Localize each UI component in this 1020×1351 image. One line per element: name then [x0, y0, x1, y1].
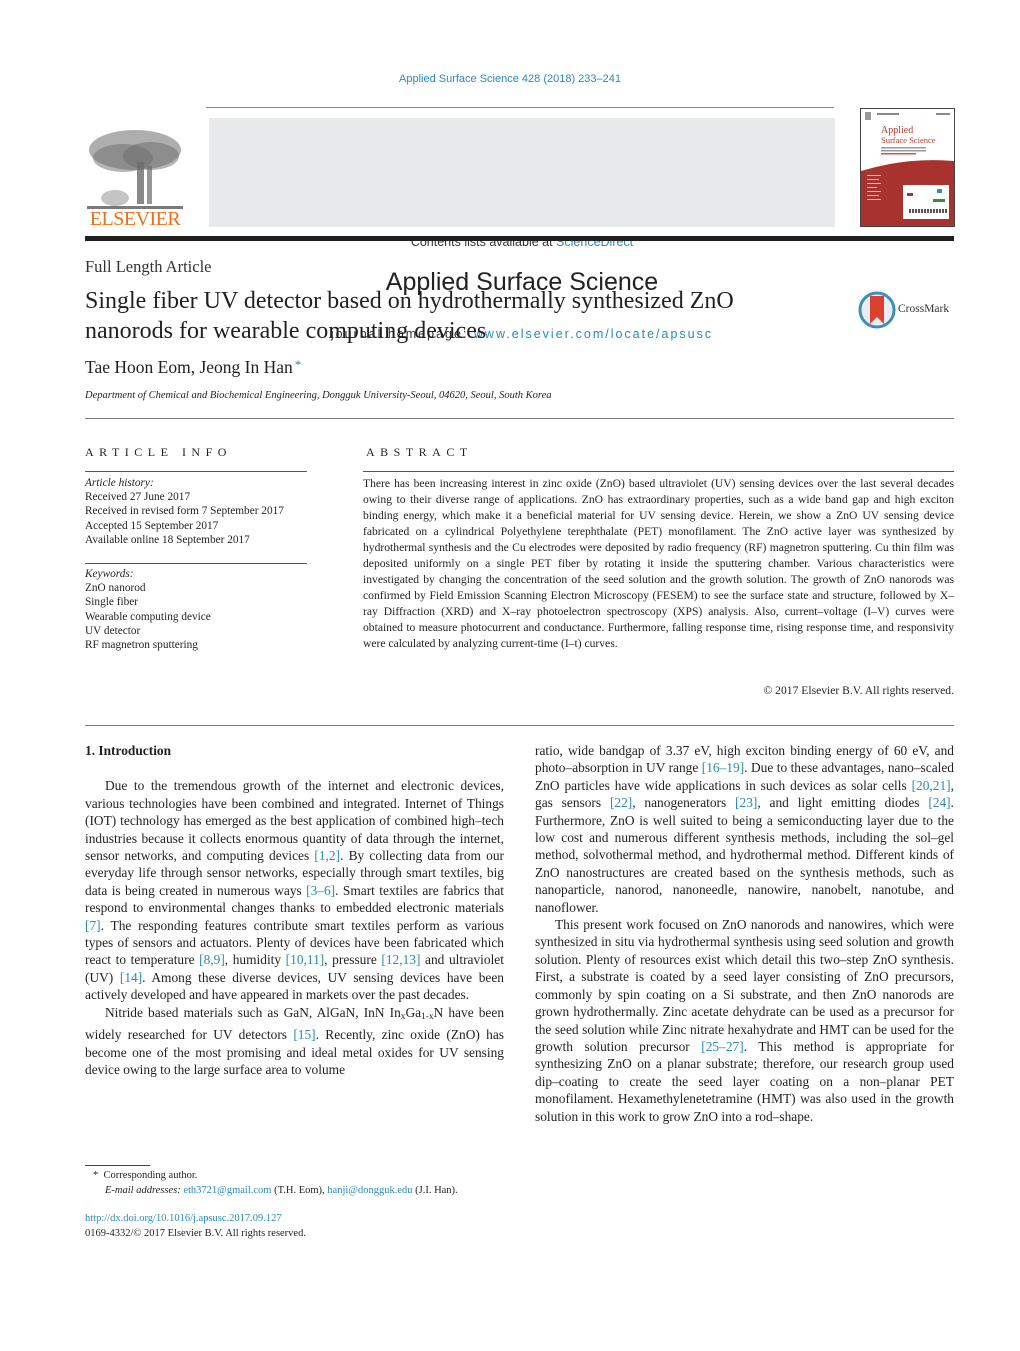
- abstract-rule: [363, 471, 954, 472]
- text-run: . Furthermore, ZnO is well suited to bei…: [535, 795, 954, 915]
- article-info-heading: ARTICLE INFO: [85, 445, 232, 459]
- citation-link[interactable]: [8,9]: [199, 952, 225, 967]
- crossmark-button[interactable]: CrossMark: [858, 290, 958, 330]
- citation-link[interactable]: [10,11]: [286, 952, 325, 967]
- abstract-copyright: © 2017 Elsevier B.V. All rights reserved…: [763, 684, 954, 697]
- article-type: Full Length Article: [85, 257, 212, 276]
- body-column-left: 1. Introduction Due to the tremendous gr…: [85, 742, 504, 1078]
- corresponding-label: Corresponding author.: [103, 1170, 198, 1181]
- body-column-right: ratio, wide bandgap of 3.37 eV, high exc…: [535, 742, 954, 1125]
- email-line: E-mail addresses: eth3721@gmail.com (T.H…: [85, 1183, 515, 1198]
- keyword-item: Single fiber: [85, 596, 139, 609]
- paper-title: Single fiber UV detector based on hydrot…: [85, 288, 734, 344]
- abstract-text: There has been increasing interest in zi…: [363, 477, 954, 650]
- text-run: , pressure: [324, 952, 382, 968]
- history-item: Received 27 June 2017: [85, 491, 191, 504]
- issn-line: 0169-4332/© 2017 Elsevier B.V. All right…: [85, 1227, 306, 1239]
- history-label: Article history:: [85, 477, 154, 489]
- subscript: 1-x: [421, 1011, 434, 1022]
- header-rule: [206, 107, 834, 108]
- affiliation: Department of Chemical and Biochemical E…: [85, 390, 552, 401]
- paragraph-1: Due to the tremendous growth of the inte…: [85, 777, 504, 1003]
- text-run: . Among these diverse devices, UV sensin…: [85, 969, 504, 1003]
- citation-link[interactable]: [20,21]: [912, 778, 951, 793]
- journal-reference-link[interactable]: Applied Surface Science 428 (2018) 233–2…: [0, 73, 1020, 85]
- corresponding-author-mark[interactable]: *: [295, 357, 302, 372]
- footnote-rule: [85, 1165, 150, 1166]
- citation-link[interactable]: [22]: [610, 795, 632, 810]
- crossmark-icon: [858, 291, 896, 329]
- email-owner: (J.I. Han).: [412, 1185, 458, 1196]
- corresponding-author-note: * Corresponding author.: [85, 1168, 515, 1183]
- history-item: Received in revised form 7 September 201…: [85, 505, 284, 518]
- text-run: , humidity: [224, 952, 286, 968]
- text-run: , and light emitting diodes: [757, 795, 929, 811]
- journal-banner: Contents lists available at ScienceDirec…: [209, 118, 835, 341]
- history-item: Available online 18 September 2017: [85, 533, 250, 546]
- cover-art-icon: Applied Surface Science: [861, 109, 954, 226]
- email-label: E-mail addresses:: [105, 1185, 181, 1196]
- history-item: Accepted 15 September 2017: [85, 519, 219, 532]
- text-run: Ga: [405, 1004, 422, 1020]
- text-run: This present work focused on ZnO nanorod…: [535, 917, 954, 1054]
- citation-link[interactable]: [16–19]: [702, 760, 744, 775]
- elsevier-wordmark: ELSEVIER: [89, 208, 181, 230]
- citation-link[interactable]: [15]: [293, 1027, 315, 1042]
- keyword-item: UV detector: [85, 624, 141, 637]
- article-history: Article history: Received 27 June 2017 R…: [85, 476, 307, 547]
- article-info-rule: [85, 471, 307, 472]
- authors: Tae Hoon Eom, Jeong In Han *: [85, 357, 301, 378]
- citation-link[interactable]: [14]: [120, 970, 142, 985]
- citation-link[interactable]: [25–27]: [701, 1039, 743, 1054]
- journal-cover-thumbnail[interactable]: Applied Surface Science: [860, 108, 955, 227]
- email-owner: (T.H. Eom),: [271, 1185, 328, 1196]
- keyword-item: RF magnetron sputtering: [85, 639, 198, 652]
- paragraph-3: ratio, wide bandgap of 3.37 eV, high exc…: [535, 742, 954, 916]
- keywords-rule: [85, 563, 307, 564]
- body-rule: [85, 725, 954, 726]
- citation-link[interactable]: [23]: [735, 795, 757, 810]
- abstract-heading: ABSTRACT: [366, 445, 473, 459]
- text-run: , nanogenerators: [632, 795, 736, 811]
- keywords-label: Keywords:: [85, 568, 134, 580]
- keyword-item: ZnO nanorod: [85, 582, 146, 595]
- email-link-eom[interactable]: eth3721@gmail.com: [183, 1185, 271, 1196]
- cover-title-2: Surface Science: [881, 135, 936, 145]
- keyword-item: Wearable computing device: [85, 610, 211, 623]
- citation-link[interactable]: [3–6]: [306, 883, 335, 898]
- footnote: * Corresponding author. E-mail addresses…: [85, 1168, 515, 1198]
- keywords: Keywords: ZnO nanorod Single fiber Weara…: [85, 567, 307, 652]
- paragraph-2: Nitride based materials such as GaN, AlG…: [85, 1004, 504, 1079]
- header-thick-rule: [85, 236, 954, 241]
- doi-block: http://dx.doi.org/10.1016/j.apsusc.2017.…: [85, 1212, 306, 1241]
- section-heading-introduction: 1. Introduction: [85, 743, 172, 758]
- author-names: Tae Hoon Eom, Jeong In Han: [85, 357, 293, 377]
- affiliation-rule: [85, 418, 954, 419]
- citation-link[interactable]: [7]: [85, 918, 101, 933]
- text-run: Nitride based materials such as GaN, AlG…: [105, 1004, 401, 1020]
- citation-link[interactable]: [12,13]: [381, 952, 420, 967]
- citation-link[interactable]: [1,2]: [314, 848, 340, 863]
- footnote-mark: *: [93, 1170, 99, 1181]
- crossmark-label: CrossMark: [898, 303, 950, 315]
- email-link-han[interactable]: hanji@dongguk.edu: [327, 1185, 412, 1196]
- citation-link[interactable]: [24]: [928, 795, 950, 810]
- doi-link[interactable]: http://dx.doi.org/10.1016/j.apsusc.2017.…: [85, 1213, 282, 1224]
- paragraph-4: This present work focused on ZnO nanorod…: [535, 916, 954, 1125]
